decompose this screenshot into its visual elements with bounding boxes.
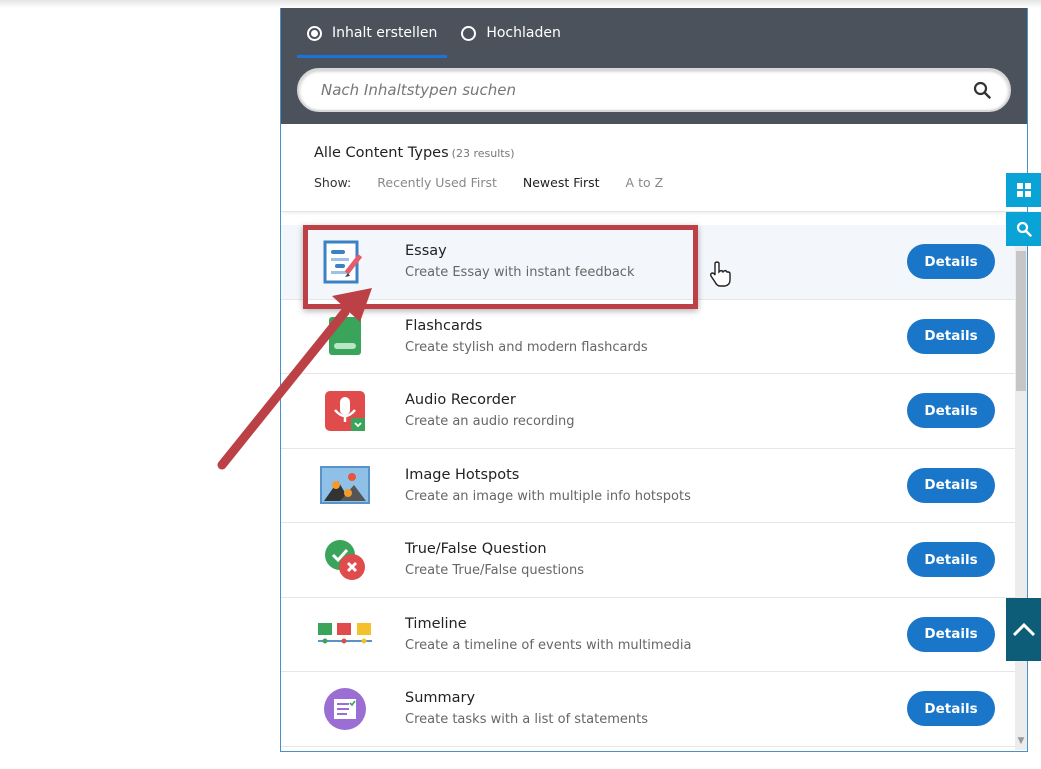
item-description: Create stylish and modern flashcards [405, 339, 648, 355]
list-item-true-false[interactable]: True/False Question Create True/False qu… [281, 523, 1015, 598]
search-bar [281, 58, 1027, 124]
details-button-timeline[interactable]: Details [907, 616, 995, 652]
details-button-summary[interactable]: Details [907, 691, 995, 726]
item-name: Summary [405, 690, 476, 707]
content-type-list: Essay Create Essay with instant feedback… [281, 225, 1015, 747]
search-icon [1016, 221, 1032, 237]
item-description: Create an audio recording [405, 414, 575, 430]
list-item-image-hotspots[interactable]: Image Hotspots Create an image with mult… [281, 449, 1015, 523]
item-name: Timeline [405, 615, 467, 632]
show-label: Show: [314, 175, 352, 190]
grid-view-button[interactable] [1006, 173, 1041, 207]
item-name: Essay [405, 243, 447, 260]
sort-a-to-z[interactable]: A to Z [626, 175, 664, 190]
item-description: Create Essay with instant feedback [405, 265, 635, 281]
grid-icon [1016, 183, 1031, 197]
details-button-essay[interactable]: Details [907, 244, 995, 279]
search-icon[interactable] [971, 79, 993, 101]
item-description: Create a timeline of events with multime… [405, 637, 692, 653]
details-button-flashcards[interactable]: Details [907, 318, 995, 354]
scrollbar-thumb[interactable] [1016, 251, 1026, 391]
item-description: Create tasks with a list of statements [405, 712, 649, 728]
summary-icon [315, 679, 375, 739]
item-name: Image Hotspots [405, 466, 520, 483]
list-item-audio-recorder[interactable]: Audio Recorder Create an audio recording… [281, 374, 1015, 449]
list-item-essay[interactable]: Essay Create Essay with instant feedback… [281, 225, 1015, 300]
side-search-button[interactable] [1006, 212, 1041, 246]
image-hotspots-icon [315, 455, 375, 515]
list-item-summary[interactable]: Summary Create tasks with a list of stat… [281, 672, 1015, 747]
hub-tabbar: Inhalt erstellen Hochladen [281, 8, 1027, 58]
item-name: True/False Question [405, 541, 547, 558]
tab-create-content[interactable]: Inhalt erstellen [297, 8, 448, 58]
item-name: Flashcards [405, 317, 483, 334]
search-input[interactable] [321, 81, 971, 99]
scroll-down-arrow-icon[interactable]: ▼ [1016, 736, 1026, 748]
tab-label: Inhalt erstellen [332, 25, 438, 41]
radio-unselected-icon [461, 25, 477, 41]
item-description: Create True/False questions [405, 563, 585, 579]
content-type-hub: Inhalt erstellen Hochladen Alle Content … [280, 8, 1028, 752]
list-item-timeline[interactable]: Timeline Create a timeline of events wit… [281, 598, 1015, 672]
sort-options: Show: Recently Used First Newest First A… [314, 175, 994, 190]
search-box [297, 68, 1011, 112]
essay-icon [315, 232, 375, 292]
sort-newest-first[interactable]: Newest First [523, 175, 600, 190]
tab-label: Hochladen [486, 25, 561, 41]
item-description: Create an image with multiple info hotsp… [405, 488, 691, 504]
page-top-shadow [0, 0, 1041, 8]
timeline-icon [315, 604, 375, 664]
radio-selected-icon [307, 25, 322, 41]
list-scrollbar[interactable]: ▼ [1015, 225, 1027, 750]
details-button-audio-recorder[interactable]: Details [907, 393, 995, 428]
list-item-flashcards[interactable]: Flashcards Create stylish and modern fla… [281, 300, 1015, 374]
back-to-top-button[interactable] [1006, 598, 1041, 661]
sort-recently-used[interactable]: Recently Used First [377, 175, 497, 190]
tab-upload[interactable]: Hochladen [451, 8, 571, 58]
audio-recorder-icon [315, 381, 375, 441]
results-title: Alle Content Types [314, 145, 449, 161]
item-name: Audio Recorder [405, 392, 516, 409]
chevron-up-icon [1012, 622, 1035, 636]
details-button-image-hotspots[interactable]: Details [907, 467, 995, 503]
true-false-icon [315, 530, 375, 590]
flashcards-icon [315, 306, 375, 366]
results-header: Alle Content Types (23 results) Show: Rec… [281, 124, 1027, 212]
results-count: (23 results) [451, 147, 515, 160]
details-button-true-false[interactable]: Details [907, 542, 995, 577]
